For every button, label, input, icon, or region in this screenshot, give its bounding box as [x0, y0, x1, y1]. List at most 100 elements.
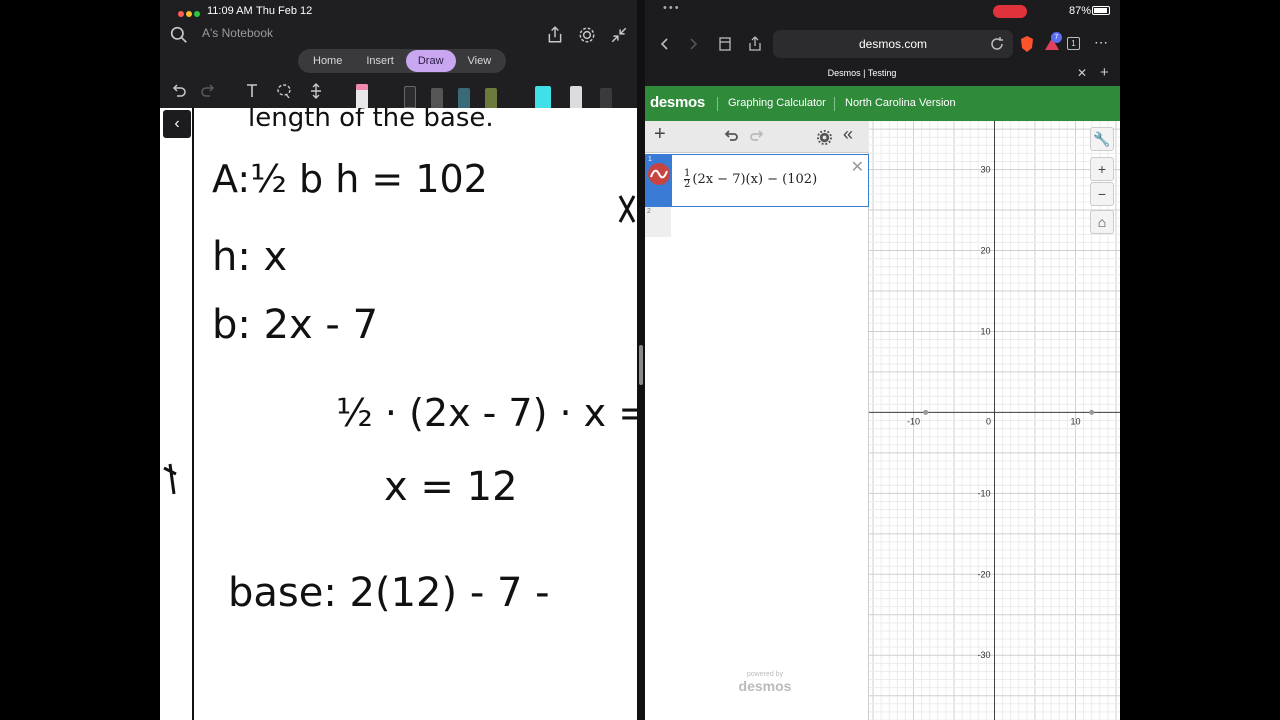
eraser-pen[interactable] — [356, 84, 368, 108]
y-tick-label: -30 — [977, 650, 990, 660]
collapse-panel-icon[interactable]: « — [843, 124, 853, 145]
zoom-out-button[interactable]: − — [1090, 182, 1114, 206]
expression-index: 1 — [648, 156, 652, 163]
x-intercept-point — [1089, 409, 1095, 415]
ink-line-5: ½ · (2x - 7) · x = 1 — [336, 391, 637, 435]
lasso-icon[interactable] — [275, 82, 293, 100]
pen-dark[interactable] — [600, 88, 612, 108]
url-text: desmos.com — [858, 37, 928, 51]
battery-icon — [1092, 6, 1110, 15]
expression-panel: + « 1 1 2 (2x − 7)(x) − (102) ✕ 2 powered … — [645, 121, 869, 720]
expression-toolbar: + « — [645, 121, 869, 153]
undo-icon[interactable] — [723, 130, 739, 144]
y-tick-label: -20 — [977, 569, 990, 579]
split-view-divider[interactable] — [637, 0, 645, 720]
ink-fragment — [163, 463, 177, 495]
wrench-icon[interactable]: 🔧 — [1090, 127, 1114, 151]
x-tick-label: 10 — [1070, 416, 1080, 426]
browser-chrome: ••• 87% desmos.com 7 1 ⋯ Desmos | Testin… — [645, 0, 1120, 86]
y-tick-label: 20 — [980, 246, 990, 256]
nav-north-carolina-version[interactable]: North Carolina Version — [845, 97, 956, 109]
back-icon[interactable] — [657, 36, 673, 52]
title-bar: A's Notebook — [160, 22, 637, 46]
collapse-icon[interactable] — [610, 26, 628, 44]
gear-icon[interactable] — [578, 26, 596, 44]
pen-gray[interactable] — [431, 88, 443, 108]
new-tab-icon[interactable]: + — [1100, 64, 1109, 81]
status-bar-right: ••• 87% — [645, 0, 1120, 24]
expression-gutter: 1 — [646, 155, 672, 206]
x-intercept-point — [923, 409, 929, 415]
rewards-badge: 7 — [1051, 32, 1062, 43]
highlighter-cyan[interactable] — [535, 86, 551, 108]
nav-graphing-calculator[interactable]: Graphing Calculator — [728, 97, 826, 109]
powered-by-logo: desmos — [738, 678, 792, 694]
status-time: 11:09 AM — [207, 5, 253, 17]
draw-toolbar — [160, 78, 637, 108]
expression-body: (2x − 7)(x) − (102) — [692, 172, 818, 187]
ink-line-6: x = 12 — [384, 464, 518, 510]
x-tick-label: 0 — [986, 416, 991, 426]
frac-denominator: 2 — [684, 179, 691, 190]
y-tick-label: -10 — [977, 488, 990, 498]
handwriting-ink: length of the base. A:½ b h = 102 h: x b… — [163, 108, 637, 616]
active-tab-title[interactable]: Desmos | Testing — [645, 68, 1079, 78]
browser-window: ••• 87% desmos.com 7 1 ⋯ Desmos | Testin… — [645, 0, 1120, 720]
share-icon[interactable] — [747, 36, 763, 52]
search-icon[interactable] — [170, 26, 188, 44]
ink-line-3: h: x — [212, 234, 287, 280]
powered-by: powered by desmos — [725, 671, 805, 694]
tab-draw[interactable]: Draw — [405, 50, 456, 72]
tab-count-button[interactable]: 1 — [1067, 37, 1080, 50]
tab-home[interactable]: Home — [301, 50, 354, 72]
graph-paper[interactable]: -10 0 10 30 20 10 -10 -20 -30 — [869, 121, 1120, 720]
pen-teal[interactable] — [458, 88, 470, 108]
tab-view[interactable]: View — [456, 50, 504, 72]
more-menu-icon[interactable]: ⋯ — [1094, 34, 1108, 51]
desmos-logo[interactable]: desmos — [650, 94, 705, 111]
add-expression-icon[interactable]: + — [654, 123, 666, 146]
text-tool-icon[interactable] — [243, 82, 261, 100]
ink-line-7: base: 2(12) - 7 - — [228, 570, 550, 616]
status-bar: 11:09 AM Thu Feb 12 — [160, 0, 637, 22]
tab-insert[interactable]: Insert — [354, 50, 406, 72]
space-tool-icon[interactable] — [307, 82, 325, 100]
pen-olive[interactable] — [485, 88, 497, 108]
notebook-title: A's Notebook — [202, 26, 273, 40]
gear-icon[interactable] — [817, 130, 832, 145]
redo-icon[interactable] — [749, 130, 765, 144]
y-tick-label: 30 — [980, 165, 990, 175]
expression-color-icon[interactable] — [648, 163, 670, 185]
y-tick-label: 10 — [980, 326, 990, 336]
ink-line-1: length of the base. — [248, 108, 494, 133]
url-bar[interactable]: desmos.com — [773, 30, 1013, 58]
ink-line-4: b: 2x - 7 — [212, 302, 378, 348]
frac-numerator: 1 — [684, 168, 691, 179]
brave-shield-icon[interactable] — [1019, 35, 1035, 53]
status-date: Thu Feb 12 — [256, 5, 313, 17]
share-icon[interactable] — [546, 26, 564, 44]
recording-indicator — [993, 5, 1027, 18]
desmos-header: desmos Graphing Calculator North Carolin… — [645, 86, 1120, 121]
delete-expression-icon[interactable]: ✕ — [851, 157, 864, 177]
ink-fragment — [618, 195, 636, 223]
close-tab-icon[interactable]: ✕ — [1077, 66, 1087, 80]
pen-white[interactable] — [570, 86, 582, 108]
notes-app: 11:09 AM Thu Feb 12 A's Notebook Home In… — [160, 0, 637, 720]
undo-icon[interactable] — [169, 82, 187, 100]
x-tick-label: -10 — [907, 416, 920, 426]
next-expression-index: 2 — [647, 208, 651, 215]
zoom-in-button[interactable]: + — [1090, 157, 1114, 181]
reload-icon[interactable] — [989, 36, 1005, 52]
forward-icon[interactable] — [685, 36, 701, 52]
expression-row[interactable]: 1 1 2 (2x − 7)(x) − (102) ✕ — [645, 154, 869, 207]
multitask-dots[interactable]: ••• — [663, 2, 681, 14]
expression-math[interactable]: 1 2 (2x − 7)(x) − (102) — [684, 169, 817, 190]
multitask-dots[interactable] — [178, 8, 202, 20]
home-icon[interactable]: ⌂ — [1090, 210, 1114, 234]
pen-black[interactable] — [404, 86, 416, 108]
bookmark-icon[interactable] — [717, 36, 733, 52]
battery-percent: 87% — [1069, 5, 1092, 17]
redo-icon[interactable] — [200, 82, 218, 100]
empty-expression-gutter[interactable]: 2 — [645, 207, 671, 237]
